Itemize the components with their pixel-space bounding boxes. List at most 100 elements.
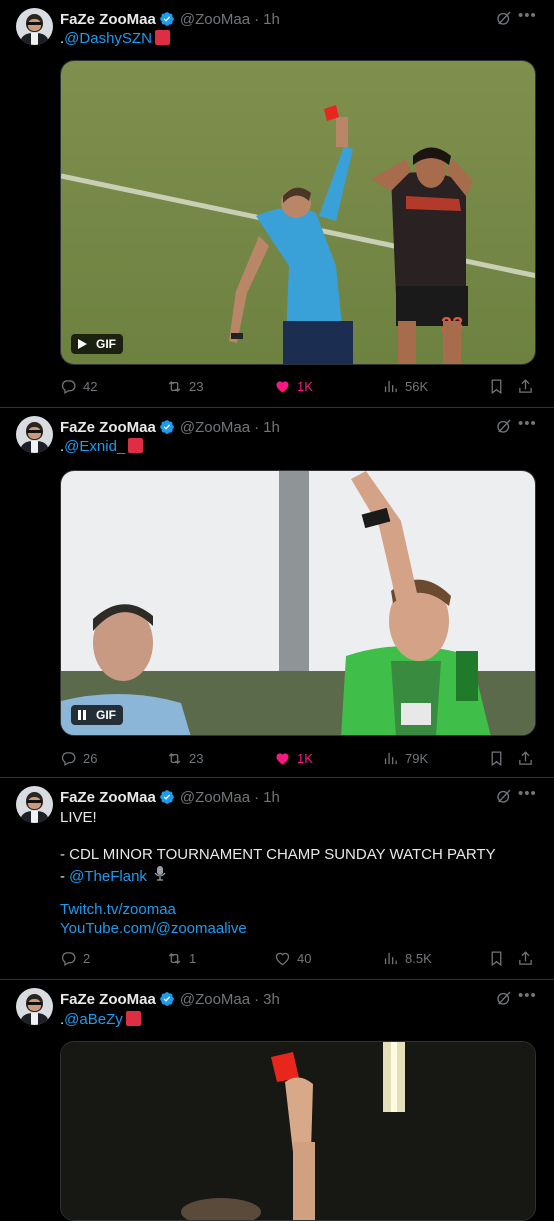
view-count: 8.5K: [405, 950, 432, 966]
reply-button[interactable]: 26: [60, 748, 97, 768]
play-icon[interactable]: [76, 338, 88, 350]
mention-link[interactable]: @aBeZy: [64, 1011, 123, 1028]
separator: ·: [254, 788, 260, 806]
views-icon: [382, 750, 399, 767]
mention-link[interactable]: @Exnid_: [64, 438, 125, 455]
red-square-emoji: [125, 1011, 141, 1026]
verified-icon: [159, 419, 175, 435]
avatar[interactable]: [16, 416, 53, 453]
repost-button[interactable]: 1: [166, 948, 196, 968]
display-name[interactable]: FaZe ZooMaa: [60, 419, 156, 436]
repost-icon: [166, 378, 183, 395]
repost-count: 1: [189, 950, 197, 966]
repost-count: 23: [189, 378, 204, 394]
reply-icon: [60, 950, 77, 967]
grok-icon[interactable]: [495, 989, 513, 1007]
share-button[interactable]: [517, 948, 534, 968]
reply-count: 26: [83, 750, 98, 766]
gif-image: [61, 1042, 535, 1220]
reply-button[interactable]: 2: [60, 948, 90, 968]
tweet-4[interactable]: FaZe ZooMaa @ZooMaa · 3h ••• .@aBeZy: [0, 980, 554, 1221]
twitch-link[interactable]: Twitch.tv/zoomaa: [60, 901, 176, 919]
gif-badge[interactable]: GIF: [71, 334, 123, 354]
like-button[interactable]: 1K: [274, 748, 313, 768]
views-button[interactable]: 56K: [382, 376, 428, 396]
display-name[interactable]: FaZe ZooMaa: [60, 789, 156, 806]
bookmark-button[interactable]: [488, 376, 505, 396]
tweet-text: .@DashySZN: [60, 30, 170, 48]
pause-icon[interactable]: [76, 709, 88, 721]
gif-image: [61, 471, 535, 735]
handle[interactable]: @ZooMaa: [180, 11, 250, 28]
repost-button[interactable]: 23: [166, 748, 203, 768]
gif-label: GIF: [96, 708, 116, 722]
repost-count: 23: [189, 750, 204, 766]
bookmark-icon: [488, 950, 505, 967]
tweet-text-line-3: - @TheFlank: [60, 865, 167, 886]
repost-icon: [166, 950, 183, 967]
views-icon: [382, 378, 399, 395]
gif-media[interactable]: 23 GIF: [60, 60, 536, 365]
tweet-text: .@Exnid_: [60, 438, 144, 456]
grok-icon[interactable]: [495, 9, 513, 27]
gif-media[interactable]: GIF: [60, 470, 536, 736]
avatar[interactable]: [16, 786, 53, 823]
share-button[interactable]: [517, 376, 534, 396]
tweet-1[interactable]: FaZe ZooMaa @ZooMaa · 1h ••• .@DashySZN: [0, 0, 554, 408]
view-count: 56K: [405, 378, 429, 394]
youtube-link[interactable]: YouTube.com/@zoomaalive: [60, 920, 247, 938]
red-square-emoji: [154, 30, 170, 45]
share-icon: [517, 950, 534, 967]
like-icon: [274, 378, 291, 395]
timestamp[interactable]: 1h: [263, 419, 280, 436]
mention-link[interactable]: @DashySZN: [64, 30, 152, 47]
bookmark-button[interactable]: [488, 948, 505, 968]
like-count: 40: [297, 950, 312, 966]
tweet-header: FaZe ZooMaa @ZooMaa · 1h: [60, 9, 280, 29]
share-icon: [517, 750, 534, 767]
timestamp[interactable]: 3h: [263, 991, 280, 1008]
tweet-3[interactable]: FaZe ZooMaa @ZooMaa · 1h ••• LIVE! - CDL…: [0, 778, 554, 980]
timestamp[interactable]: 1h: [263, 11, 280, 28]
grok-icon[interactable]: [495, 787, 513, 805]
mention-link[interactable]: @TheFlank: [69, 868, 147, 885]
tweet-2[interactable]: FaZe ZooMaa @ZooMaa · 1h ••• .@Exnid_ GI…: [0, 408, 554, 778]
views-button[interactable]: 79K: [382, 748, 428, 768]
more-icon[interactable]: •••: [518, 785, 537, 802]
avatar[interactable]: [16, 988, 53, 1025]
gif-media[interactable]: [60, 1041, 536, 1221]
display-name[interactable]: FaZe ZooMaa: [60, 991, 156, 1008]
action-bar: 26 23 1K 79K: [60, 748, 536, 768]
like-button[interactable]: 1K: [274, 376, 313, 396]
display-name[interactable]: FaZe ZooMaa: [60, 11, 156, 28]
more-icon[interactable]: •••: [518, 7, 537, 24]
tweet-text-line-1: LIVE!: [60, 809, 97, 826]
action-bar: 42 23 1K 56K: [60, 376, 536, 396]
tweet-header: FaZe ZooMaa @ZooMaa · 1h: [60, 787, 280, 807]
like-button[interactable]: 40: [274, 948, 311, 968]
red-square-emoji: [128, 438, 144, 453]
handle[interactable]: @ZooMaa: [180, 789, 250, 806]
handle[interactable]: @ZooMaa: [180, 419, 250, 436]
bookmark-button[interactable]: [488, 748, 505, 768]
more-icon[interactable]: •••: [518, 987, 537, 1004]
separator: ·: [254, 990, 260, 1008]
reply-icon: [60, 378, 77, 395]
avatar[interactable]: [16, 8, 53, 45]
timestamp[interactable]: 1h: [263, 789, 280, 806]
bookmark-icon: [488, 378, 505, 395]
view-count: 79K: [405, 750, 429, 766]
tweet-header: FaZe ZooMaa @ZooMaa · 3h: [60, 989, 280, 1009]
handle[interactable]: @ZooMaa: [180, 991, 250, 1008]
reply-icon: [60, 750, 77, 767]
gif-badge[interactable]: GIF: [71, 705, 123, 725]
grok-icon[interactable]: [495, 417, 513, 435]
bookmark-icon: [488, 750, 505, 767]
share-button[interactable]: [517, 748, 534, 768]
like-icon: [274, 750, 291, 767]
verified-icon: [159, 789, 175, 805]
views-button[interactable]: 8.5K: [382, 948, 432, 968]
reply-button[interactable]: 42: [60, 376, 97, 396]
repost-button[interactable]: 23: [166, 376, 203, 396]
more-icon[interactable]: •••: [518, 415, 537, 432]
